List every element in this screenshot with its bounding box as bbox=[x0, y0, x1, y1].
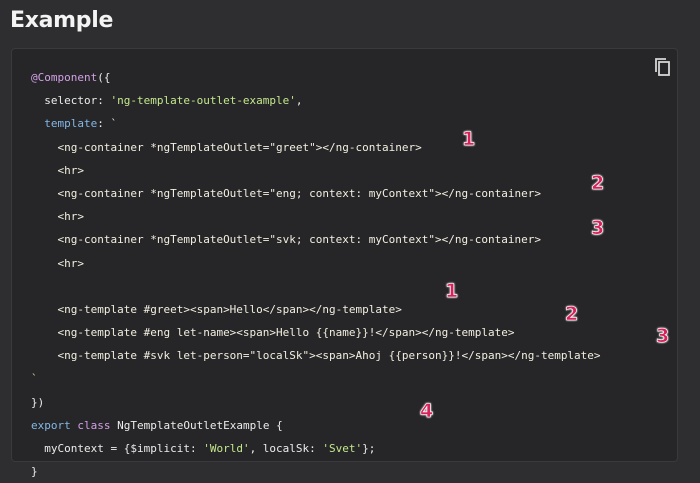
template-key: template bbox=[44, 117, 98, 131]
code-line-3: template: ` bbox=[31, 112, 601, 135]
code-line-6: <ng-container *ngTemplateOutlet="eng; co… bbox=[31, 182, 601, 205]
copy-icon bbox=[655, 58, 670, 76]
annotation-number: 2 bbox=[565, 303, 579, 326]
page-title: Example bbox=[10, 8, 114, 33]
code-punct: , bbox=[295, 94, 303, 108]
ng-container-greet: <ng-container *ngTemplateOutlet="greet">… bbox=[57, 140, 422, 154]
export-keyword: export bbox=[31, 418, 71, 432]
code-line-9: <hr> bbox=[31, 252, 601, 275]
copy-button[interactable] bbox=[652, 56, 674, 78]
annotation-number: 2 bbox=[591, 172, 605, 195]
selector-key: selector bbox=[44, 94, 98, 108]
code-punct: ({ bbox=[97, 71, 111, 84]
code-punct: { bbox=[269, 418, 283, 432]
code-punct: }; bbox=[362, 442, 376, 455]
code-line-7: <hr> bbox=[31, 205, 601, 228]
code-line-16: export class NgTemplateOutletExample { bbox=[31, 414, 601, 437]
string-svet: 'Svet' bbox=[322, 442, 363, 455]
code-line-14: ` bbox=[31, 367, 601, 390]
code-line-17: myContext = {$implicit: 'World', localSk… bbox=[31, 437, 601, 460]
code-line-4: <ng-container *ngTemplateOutlet="greet">… bbox=[31, 136, 601, 159]
annotation-number: 3 bbox=[656, 325, 670, 348]
hr-tag: <hr> bbox=[57, 256, 85, 270]
template-end-backtick: ` bbox=[31, 372, 38, 386]
ng-template-greet: <ng-template #greet><span>Hello</span></… bbox=[57, 302, 402, 316]
code-punct: : ` bbox=[97, 117, 118, 131]
annotation-number: 3 bbox=[591, 217, 605, 240]
class-keyword: class bbox=[77, 418, 111, 432]
ng-template-svk: <ng-template #svk let-person="localSk"><… bbox=[57, 349, 601, 363]
context-prop: myContext = {$implicit: bbox=[44, 442, 204, 455]
hr-tag: <hr> bbox=[57, 163, 85, 177]
ng-container-eng: <ng-container *ngTemplateOutlet="eng; co… bbox=[57, 186, 541, 200]
code-line-1: @Component({ bbox=[31, 66, 601, 89]
code-line-2: selector: 'ng-template-outlet-example', bbox=[31, 89, 601, 112]
string-world: 'World' bbox=[203, 442, 250, 455]
code-punct: }) bbox=[31, 395, 45, 409]
annotation-number: 1 bbox=[445, 280, 459, 303]
class-name: NgTemplateOutletExample bbox=[117, 418, 270, 432]
code-line-13: <ng-template #svk let-person="localSk"><… bbox=[31, 344, 601, 367]
ng-container-svk: <ng-container *ngTemplateOutlet="svk; co… bbox=[57, 233, 541, 247]
code-line-8: <ng-container *ngTemplateOutlet="svk; co… bbox=[31, 228, 601, 251]
code-text: @Component({ selector: 'ng-template-outl… bbox=[31, 66, 601, 483]
selector-value: 'ng-template-outlet-example' bbox=[110, 94, 296, 108]
annotation-number: 1 bbox=[462, 128, 476, 151]
decorator: @Component bbox=[31, 71, 98, 84]
context-prop: , localSk: bbox=[249, 442, 323, 455]
annotation-number: 4 bbox=[420, 400, 434, 423]
ng-template-eng: <ng-template #eng let-name><span>Hello {… bbox=[57, 326, 515, 340]
code-line-11: <ng-template #greet><span>Hello</span></… bbox=[31, 298, 601, 321]
code-line-12: <ng-template #eng let-name><span>Hello {… bbox=[31, 321, 601, 344]
code-line-5: <hr> bbox=[31, 159, 601, 182]
hr-tag: <hr> bbox=[57, 210, 85, 224]
code-line-15: }) bbox=[31, 391, 601, 414]
code-punct: : bbox=[97, 94, 111, 108]
